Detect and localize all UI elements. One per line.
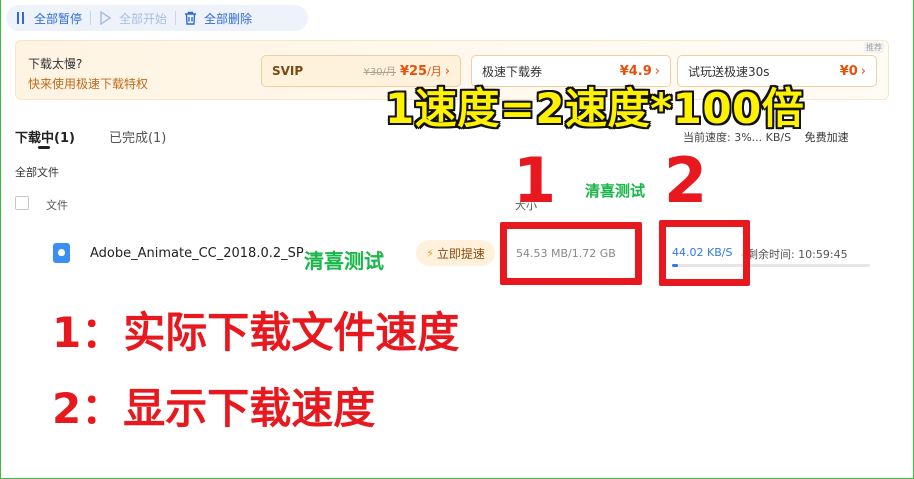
annotation-headline: 1速度=2速度*100倍	[385, 84, 805, 133]
remaining-time: - 剩余时间: 10:59:45	[741, 246, 848, 262]
active-tab-indicator	[38, 146, 50, 149]
speed-coupon-card[interactable]: 极速下载券 ¥4.9 ›	[471, 55, 671, 87]
speed-coupon-price-value: ¥4.9	[619, 63, 652, 79]
select-all-checkbox[interactable]	[15, 196, 29, 210]
free-boost-link[interactable]: 免费加速	[805, 131, 849, 144]
tab-completed[interactable]: 已完成(1)	[109, 127, 166, 146]
table-row[interactable]: Adobe_Animate_CC_2018.0.2_SP ⚡ 立即提速 54.5…	[15, 236, 889, 272]
svip-label: SVIP	[272, 64, 304, 78]
annotation-note-2: 2：显示下载速度	[52, 384, 376, 433]
trial-offer-card[interactable]: 试玩送极速30s ¥0 ›	[677, 55, 877, 87]
promo-title: 下载太慢?	[28, 57, 83, 71]
file-name: Adobe_Animate_CC_2018.0.2_SP	[90, 246, 304, 261]
breadcrumb[interactable]: 全部文件	[15, 164, 59, 180]
chevron-right-icon: ›	[860, 63, 866, 79]
tab-downloading[interactable]: 下载中(1)	[15, 127, 75, 146]
svip-old-price: ¥30/月	[363, 67, 396, 78]
svip-price-value: ¥25	[399, 64, 428, 79]
watermark-text: 清喜测试	[304, 249, 384, 273]
pause-icon	[14, 11, 28, 25]
speed-coupon-price: ¥4.9 ›	[620, 64, 660, 79]
trial-label: 试玩送极速30s	[688, 64, 770, 79]
svip-price-unit: /月	[427, 65, 442, 78]
annotation-number-2: 2	[664, 144, 708, 217]
start-all-button[interactable]: 全部开始	[91, 5, 175, 31]
chevron-right-icon: ›	[654, 63, 660, 79]
pause-all-label: 全部暂停	[34, 11, 83, 26]
delete-all-label: 全部删除	[204, 11, 253, 26]
watermark-text: 清喜测试	[585, 182, 646, 200]
trial-price: ¥0 ›	[840, 64, 866, 79]
remaining-time-text: 剩余时间: 10:59:45	[746, 248, 848, 261]
promo-subtitle[interactable]: 快来使用极速下载特权	[28, 75, 148, 92]
apple-file-icon	[53, 243, 70, 263]
annotation-box-1	[500, 222, 642, 285]
annotation-box-2	[659, 220, 750, 286]
speed-coupon-label: 极速下载券	[482, 64, 543, 79]
trial-price-value: ¥0	[839, 63, 858, 79]
download-toolbar: 全部暂停 全部开始 全部删除	[6, 5, 308, 31]
chevron-right-icon: ›	[444, 64, 450, 79]
pause-all-button[interactable]: 全部暂停	[6, 5, 90, 31]
annotation-number-1: 1	[513, 144, 557, 217]
column-header-file: 文件	[46, 199, 68, 212]
lightning-icon: ⚡	[426, 246, 434, 260]
annotation-note-1: 1：实际下载文件速度	[52, 308, 460, 357]
play-icon	[99, 10, 113, 26]
start-all-label: 全部开始	[119, 11, 168, 26]
boost-now-button[interactable]: ⚡ 立即提速	[416, 240, 495, 266]
svip-offer-card[interactable]: SVIP ¥30/月 ¥25/月 ›	[261, 55, 461, 87]
trash-icon	[184, 11, 198, 25]
boost-now-label: 立即提速	[436, 246, 485, 261]
delete-all-button[interactable]: 全部删除	[176, 5, 260, 31]
svip-price: ¥30/月 ¥25/月 ›	[363, 63, 450, 79]
recommend-tag: 推荐	[864, 42, 884, 53]
download-tabs: 下载中(1) 已完成(1)	[15, 127, 200, 146]
